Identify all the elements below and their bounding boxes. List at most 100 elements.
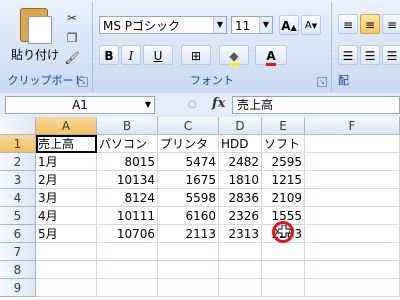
name-box[interactable]: A1 ▼	[5, 96, 155, 114]
align-center-button[interactable]: ☰	[360, 45, 380, 65]
shrink-font-button[interactable]: A▼	[301, 15, 321, 35]
cell-e2[interactable]: 2595	[262, 153, 305, 171]
cell-c4[interactable]: 5598	[158, 189, 219, 207]
cell-a4[interactable]: 3月	[36, 189, 97, 207]
font-size-select[interactable]: 11 ▼	[231, 16, 273, 34]
cell-b1[interactable]: パソコン	[97, 135, 158, 153]
cell-f4[interactable]	[305, 189, 400, 207]
cell-e8[interactable]	[262, 261, 305, 279]
align-left-button[interactable]: ☰	[338, 45, 358, 65]
font-group-label: フォント	[190, 74, 234, 87]
cell-b3[interactable]: 10134	[97, 171, 158, 189]
column-header-f[interactable]: F	[305, 117, 400, 135]
column-header-c[interactable]: C	[158, 117, 219, 135]
align-right-button[interactable]: ☰	[382, 45, 400, 65]
align-top-button[interactable]: ≡	[338, 14, 358, 34]
cell-f7[interactable]	[305, 243, 400, 261]
fill-color-button[interactable]: ◆	[219, 45, 249, 66]
cell-c1[interactable]: プリンタ	[158, 135, 219, 153]
row-header-3[interactable]: 3	[0, 171, 36, 189]
cell-b4[interactable]: 8124	[97, 189, 158, 207]
cell-f8[interactable]	[305, 261, 400, 279]
cell-a2[interactable]: 1月	[36, 153, 97, 171]
chevron-down-icon: ▼	[144, 100, 151, 109]
cell-d6[interactable]: 2313	[219, 225, 262, 243]
cell-b8[interactable]	[97, 261, 158, 279]
cell-b9[interactable]	[97, 279, 158, 297]
align-middle-button[interactable]: ≡	[360, 14, 380, 34]
cell-d4[interactable]: 2836	[219, 189, 262, 207]
cell-f3[interactable]	[305, 171, 400, 189]
cell-d8[interactable]	[219, 261, 262, 279]
cell-c9[interactable]	[158, 279, 219, 297]
cell-d2[interactable]: 2482	[219, 153, 262, 171]
cell-b5[interactable]: 10111	[97, 207, 158, 225]
row-header-5[interactable]: 5	[0, 207, 36, 225]
column-header-b[interactable]: B	[97, 117, 158, 135]
cell-a5[interactable]: 4月	[36, 207, 97, 225]
cell-a9[interactable]	[36, 279, 97, 297]
format-painter-icon[interactable]: 🖌	[64, 50, 80, 66]
cell-f1[interactable]	[305, 135, 400, 153]
cell-e3[interactable]: 1215	[262, 171, 305, 189]
row-header-6[interactable]: 6	[0, 225, 36, 243]
italic-label: I	[128, 49, 134, 63]
cell-c6[interactable]: 2113	[158, 225, 219, 243]
cell-a1[interactable]: 売上高	[36, 135, 97, 153]
cell-c7[interactable]	[158, 243, 219, 261]
cell-a3[interactable]: 2月	[36, 171, 97, 189]
cell-e7[interactable]	[262, 243, 305, 261]
underline-button[interactable]: U	[143, 45, 173, 65]
cell-e1[interactable]: ソフト	[262, 135, 305, 153]
cell-a6[interactable]: 5月	[36, 225, 97, 243]
shrink-font-label: A	[304, 20, 312, 31]
cell-c3[interactable]: 1675	[158, 171, 219, 189]
row-header-9[interactable]: 9	[0, 279, 36, 297]
row-header-7[interactable]: 7	[0, 243, 36, 261]
cut-icon[interactable]: ✂	[64, 10, 80, 26]
worksheet-grid[interactable]: A B C D E F 1 売上高 パソコン プリンタ HDD ソフト 2 1月 8015 5474 2482 2…	[0, 117, 400, 300]
cell-f2[interactable]	[305, 153, 400, 171]
borders-button[interactable]: ⊞	[181, 45, 211, 65]
bold-button[interactable]: B	[99, 45, 119, 65]
font-launcher-icon[interactable]: ↘	[317, 77, 327, 87]
cell-b7[interactable]	[97, 243, 158, 261]
column-header-a[interactable]: A	[36, 117, 97, 135]
grow-font-button[interactable]: A▲	[279, 15, 299, 35]
font-name-select[interactable]: MS Pゴシック ▼	[99, 16, 227, 34]
row-header-1[interactable]: 1	[0, 135, 36, 153]
row-header-4[interactable]: 4	[0, 189, 36, 207]
align-bottom-button[interactable]: ≡	[382, 14, 400, 34]
cell-c8[interactable]	[158, 261, 219, 279]
cell-f9[interactable]	[305, 279, 400, 297]
column-header-d[interactable]: D	[219, 117, 262, 135]
cell-d9[interactable]	[219, 279, 262, 297]
cell-e9[interactable]	[262, 279, 305, 297]
insert-function-button[interactable]: fx	[212, 96, 225, 111]
cell-e4[interactable]: 2109	[262, 189, 305, 207]
column-header-e[interactable]: E	[262, 117, 305, 135]
copy-icon[interactable]: ❐	[64, 30, 80, 46]
cell-b2[interactable]: 8015	[97, 153, 158, 171]
cell-d3[interactable]: 1810	[219, 171, 262, 189]
cell-f5[interactable]	[305, 207, 400, 225]
cell-c2[interactable]: 5474	[158, 153, 219, 171]
paste-button[interactable]: 貼り付け	[6, 8, 64, 66]
cell-f6[interactable]	[305, 225, 400, 243]
formula-input[interactable]: 売上高	[232, 96, 400, 114]
paste-paper-icon	[28, 16, 52, 44]
clipboard-launcher-icon[interactable]: ↘	[78, 77, 88, 87]
cell-d7[interactable]	[219, 243, 262, 261]
row-header-8[interactable]: 8	[0, 261, 36, 279]
cell-d1[interactable]: HDD	[219, 135, 262, 153]
cell-a8[interactable]	[36, 261, 97, 279]
cell-a7[interactable]	[36, 243, 97, 261]
font-color-button[interactable]: A	[255, 45, 287, 66]
cell-d5[interactable]: 2326	[219, 207, 262, 225]
row-header-2[interactable]: 2	[0, 153, 36, 171]
italic-button[interactable]: I	[121, 45, 141, 65]
cell-c5[interactable]: 6160	[158, 207, 219, 225]
cell-b6[interactable]: 10706	[97, 225, 158, 243]
fill-color-icon: ◆	[229, 49, 239, 66]
select-all-corner[interactable]	[0, 117, 36, 135]
